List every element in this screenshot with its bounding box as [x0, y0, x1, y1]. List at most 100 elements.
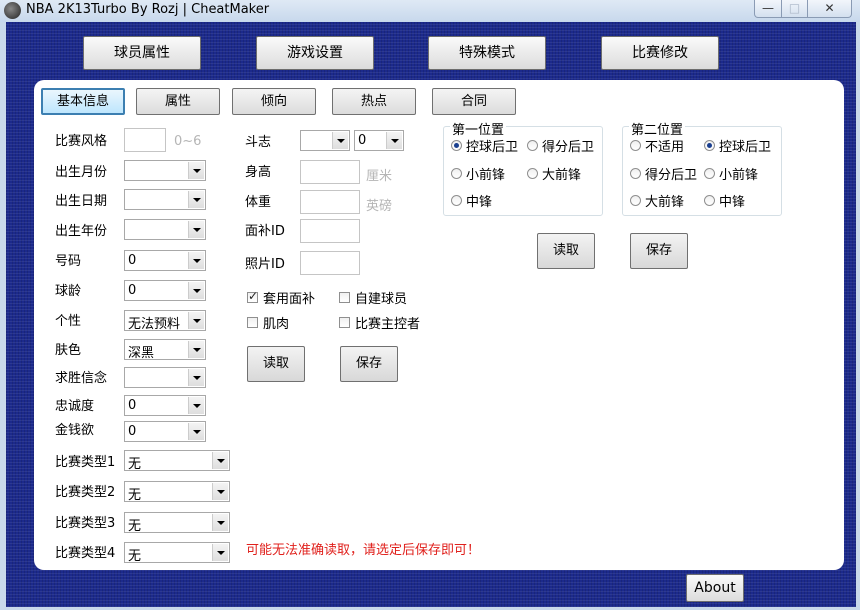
- play-type4-value: 无: [128, 549, 142, 564]
- window-title: NBA 2K13Turbo By Rozj | CheatMaker: [26, 2, 270, 17]
- pos2-c-radio[interactable]: [704, 195, 715, 206]
- play-type2-value: 无: [128, 488, 142, 503]
- read-button[interactable]: 读取: [247, 346, 305, 382]
- years-pro-select[interactable]: 0: [124, 280, 206, 301]
- player-attributes-button[interactable]: 球员属性: [83, 36, 201, 70]
- chevron-down-icon: [188, 252, 204, 269]
- use-face-label: 套用面补: [263, 292, 316, 307]
- pos1-pf-label: 大前锋: [542, 168, 582, 183]
- pos2-pg-label: 控球后卫: [719, 140, 772, 155]
- play-type1-select[interactable]: 无: [124, 450, 230, 472]
- chevron-down-icon: [212, 483, 228, 500]
- birth-year-select[interactable]: [124, 219, 206, 240]
- pos2-sf-radio[interactable]: [704, 168, 715, 179]
- will-to-win-select[interactable]: [124, 367, 206, 388]
- close-button[interactable]: ✕: [807, 0, 852, 18]
- play-type3-label: 比赛类型3: [55, 516, 116, 531]
- position-save-button[interactable]: 保存: [630, 233, 688, 269]
- pos2-sf-label: 小前锋: [719, 168, 759, 183]
- morale-select-a[interactable]: [300, 130, 350, 151]
- years-pro-value: 0: [128, 283, 137, 298]
- play-style-input[interactable]: [124, 128, 166, 152]
- custom-player-label: 自建球员: [355, 292, 408, 307]
- play-type2-select[interactable]: 无: [124, 481, 230, 503]
- pos1-sg-radio[interactable]: [527, 140, 538, 151]
- photo-id-input[interactable]: [300, 251, 360, 275]
- use-face-checkbox[interactable]: [247, 289, 258, 303]
- main-client-area: 球员属性 游戏设置 特殊模式 比赛修改 基本信息 属性 倾向 热点 合同 比赛风…: [6, 22, 856, 607]
- chevron-down-icon: [188, 282, 204, 299]
- skin-color-select[interactable]: 深黑: [124, 339, 206, 361]
- position-read-button[interactable]: 读取: [537, 233, 595, 269]
- pos2-na-label: 不适用: [645, 140, 685, 155]
- tab-hotspots[interactable]: 热点: [332, 88, 416, 115]
- play-style-hint: 0~6: [174, 134, 202, 149]
- muscle-checkbox[interactable]: [247, 317, 258, 328]
- chevron-down-icon: [188, 312, 204, 329]
- birth-day-select[interactable]: [124, 189, 206, 210]
- about-button[interactable]: About: [686, 574, 744, 602]
- pos1-sf-radio[interactable]: [451, 168, 462, 179]
- save-button[interactable]: 保存: [340, 346, 398, 382]
- play-type3-value: 无: [128, 519, 142, 534]
- years-pro-label: 球龄: [55, 284, 82, 299]
- birth-month-select[interactable]: [124, 160, 206, 181]
- skin-color-value: 深黑: [128, 346, 155, 361]
- position1-group: 第一位置 控球后卫 得分后卫 小前锋 大前锋 中锋: [443, 119, 603, 216]
- weight-unit: 英磅: [366, 199, 393, 214]
- custom-player-checkbox[interactable]: [339, 292, 350, 303]
- title-bar: NBA 2K13Turbo By Rozj | CheatMaker — □ ✕: [0, 0, 860, 22]
- weight-label: 体重: [245, 195, 272, 210]
- chevron-down-icon: [188, 191, 204, 208]
- greed-select[interactable]: 0: [124, 421, 206, 442]
- jersey-number-label: 号码: [55, 254, 82, 269]
- pos1-pg-label: 控球后卫: [466, 140, 519, 155]
- chevron-down-icon: [212, 544, 228, 561]
- chevron-down-icon: [188, 341, 204, 358]
- play-type3-select[interactable]: 无: [124, 512, 230, 534]
- greed-label: 金钱欲: [55, 423, 95, 438]
- skin-color-label: 肤色: [55, 343, 82, 358]
- pos2-pg-radio[interactable]: [704, 140, 715, 151]
- personality-value: 无法预料: [128, 317, 181, 332]
- play-type1-label: 比赛类型1: [55, 455, 116, 470]
- play-type4-select[interactable]: 无: [124, 542, 230, 564]
- main-controller-checkbox[interactable]: [339, 317, 350, 328]
- app-icon: [4, 2, 21, 19]
- jersey-number-select[interactable]: 0: [124, 250, 206, 271]
- pos2-na-radio[interactable]: [630, 140, 641, 151]
- pos2-pf-radio[interactable]: [630, 195, 641, 206]
- morale-select-b[interactable]: 0: [354, 130, 404, 151]
- pos2-sg-radio[interactable]: [630, 168, 641, 179]
- play-type1-value: 无: [128, 457, 142, 472]
- personality-select[interactable]: 无法预料: [124, 310, 206, 332]
- pos2-c-label: 中锋: [719, 195, 746, 210]
- special-mode-button[interactable]: 特殊模式: [428, 36, 546, 70]
- play-style-label: 比赛风格: [55, 134, 108, 149]
- pos1-c-radio[interactable]: [451, 195, 462, 206]
- play-type4-label: 比赛类型4: [55, 546, 116, 561]
- muscle-label: 肌肉: [263, 317, 290, 332]
- tab-tendencies[interactable]: 倾向: [232, 88, 316, 115]
- birth-year-label: 出生年份: [55, 224, 108, 239]
- face-id-input[interactable]: [300, 219, 360, 243]
- loyalty-select[interactable]: 0: [124, 395, 206, 416]
- pos2-pf-label: 大前锋: [645, 195, 685, 210]
- tab-basic-info[interactable]: 基本信息: [41, 88, 125, 115]
- chevron-down-icon: [188, 423, 204, 440]
- match-edit-button[interactable]: 比赛修改: [601, 36, 719, 70]
- minimize-button[interactable]: —: [754, 0, 782, 18]
- chevron-down-icon: [212, 514, 228, 531]
- pos1-sg-label: 得分后卫: [542, 140, 595, 155]
- tab-contract[interactable]: 合同: [432, 88, 516, 115]
- tab-attributes[interactable]: 属性: [136, 88, 220, 115]
- photo-id-label: 照片ID: [245, 257, 285, 272]
- jersey-number-value: 0: [128, 253, 137, 268]
- pos1-pf-radio[interactable]: [527, 168, 538, 179]
- game-settings-button[interactable]: 游戏设置: [256, 36, 374, 70]
- pos1-pg-radio[interactable]: [451, 140, 462, 151]
- height-input[interactable]: [300, 160, 360, 184]
- weight-input[interactable]: [300, 190, 360, 214]
- chevron-down-icon: [188, 221, 204, 238]
- maximize-button[interactable]: □: [781, 0, 808, 18]
